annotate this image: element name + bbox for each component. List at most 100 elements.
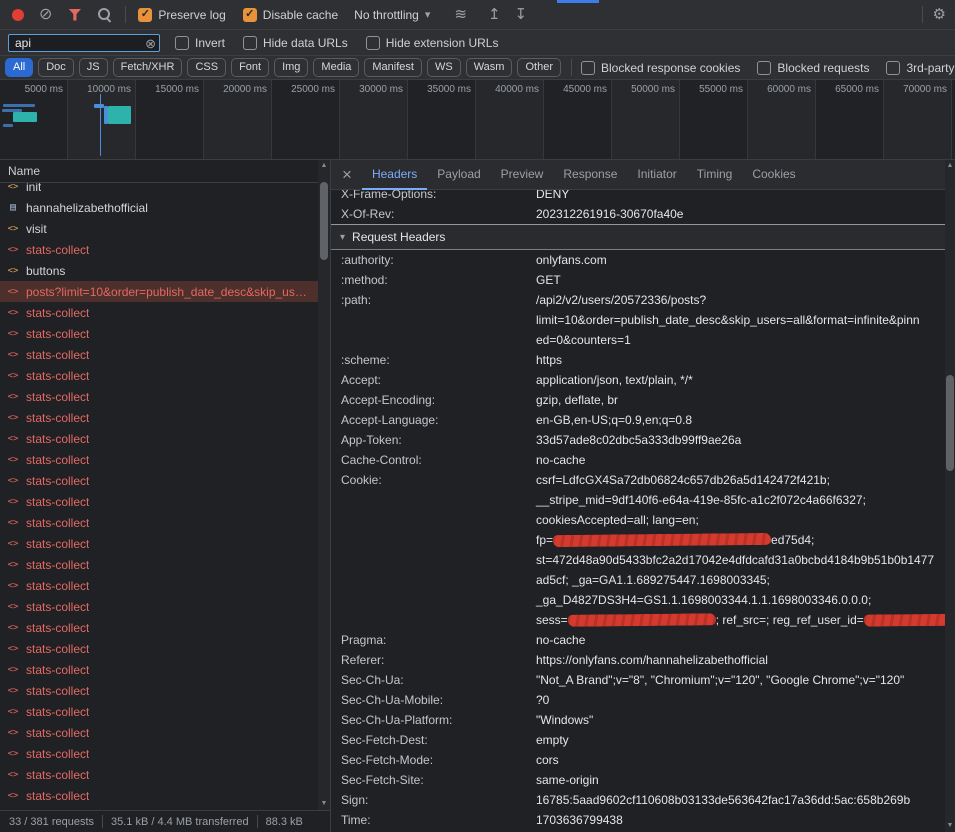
network-conditions-icon[interactable]: ≋ xyxy=(454,7,467,22)
request-row[interactable]: <> stats-collect xyxy=(0,617,318,638)
details-tab[interactable]: Response xyxy=(553,160,627,190)
name-column-header[interactable]: Name xyxy=(0,160,318,183)
header-value-line: /api2/v2/users/20572336/posts? xyxy=(536,290,920,310)
details-tab[interactable]: Cookies xyxy=(742,160,805,190)
record-button[interactable] xyxy=(12,9,24,21)
request-row[interactable]: <> stats-collect xyxy=(0,323,318,344)
request-row[interactable]: ▤ hannahelizabethofficial xyxy=(0,197,318,218)
request-name: stats-collect xyxy=(26,642,89,656)
type-filter-chip[interactable]: Fetch/XHR xyxy=(113,58,183,76)
type-filter-chip[interactable]: Doc xyxy=(38,58,74,76)
redaction-scribble xyxy=(568,613,716,627)
file-type-icon: <> xyxy=(6,224,20,234)
file-type-icon: <> xyxy=(6,266,20,276)
request-row[interactable]: <> stats-collect xyxy=(0,554,318,575)
request-row[interactable]: <> stats-collect xyxy=(0,764,318,785)
details-tab-bar: × Headers Payload Preview Response Initi… xyxy=(331,160,945,190)
scroll-down-arrow[interactable]: ▼ xyxy=(945,820,955,832)
type-filter-chip[interactable]: Other xyxy=(517,58,561,76)
header-value-line: empty xyxy=(536,730,569,750)
request-row[interactable]: <> visit xyxy=(0,218,318,239)
details-tab[interactable]: Headers xyxy=(362,160,427,190)
request-row[interactable]: <> stats-collect xyxy=(0,365,318,386)
request-headers-section-header[interactable]: ▾ Request Headers xyxy=(331,224,945,250)
settings-gear-icon[interactable]: ⚙ xyxy=(933,7,946,22)
request-row[interactable]: <> stats-collect xyxy=(0,701,318,722)
disable-cache-checkbox[interactable]: ✓ Disable cache xyxy=(243,8,338,22)
type-filter-chip[interactable]: Wasm xyxy=(466,58,513,76)
request-name: buttons xyxy=(26,264,65,278)
details-tab[interactable]: Timing xyxy=(687,160,743,190)
request-row[interactable]: <> buttons xyxy=(0,260,318,281)
type-filter-chip[interactable]: Manifest xyxy=(364,58,422,76)
type-filter-chip[interactable]: All xyxy=(5,58,33,76)
request-row[interactable]: <> stats-collect xyxy=(0,428,318,449)
scrollbar-thumb[interactable] xyxy=(320,182,328,260)
request-row[interactable]: <> stats-collect xyxy=(0,680,318,701)
filter-input[interactable] xyxy=(9,36,137,50)
request-row[interactable]: <> stats-collect xyxy=(0,239,318,260)
section-title: Request Headers xyxy=(352,230,445,244)
filter-option-checkbox[interactable]: Blocked requests xyxy=(757,61,869,75)
checkbox-box: ✓ xyxy=(366,36,380,50)
request-row[interactable]: <> init xyxy=(0,183,318,197)
toolbar-divider xyxy=(125,6,126,23)
request-row[interactable]: <> stats-collect xyxy=(0,386,318,407)
filter-option-checkbox[interactable]: Blocked response cookies xyxy=(581,61,740,75)
filter-option-checkbox[interactable]: 3rd-party requests xyxy=(886,61,955,75)
scrollbar-thumb[interactable] xyxy=(946,375,954,471)
request-row[interactable]: <> stats-collect xyxy=(0,533,318,554)
request-row[interactable]: <> stats-collect xyxy=(0,596,318,617)
request-row[interactable]: <> stats-collect xyxy=(0,407,318,428)
request-row[interactable]: <> stats-collect xyxy=(0,575,318,596)
checkbox-label: Disable cache xyxy=(263,8,338,22)
invert-checkbox[interactable]: ✓ Invert xyxy=(175,36,225,50)
type-filter-chip[interactable]: CSS xyxy=(187,58,226,76)
header-row: Sec-Ch-Ua-Platform: "Windows" xyxy=(341,710,945,730)
request-name: stats-collect xyxy=(26,495,89,509)
header-name: Cookie: xyxy=(341,470,536,630)
header-name: :scheme: xyxy=(341,350,536,370)
request-row[interactable]: <> stats-collect xyxy=(0,743,318,764)
scroll-up-arrow[interactable]: ▲ xyxy=(945,160,955,172)
search-icon[interactable] xyxy=(97,7,112,22)
request-row[interactable]: <> stats-collect xyxy=(0,302,318,323)
scroll-up-arrow[interactable]: ▲ xyxy=(318,160,330,172)
header-value-line: en-GB,en-US;q=0.9,en;q=0.8 xyxy=(536,410,692,430)
import-har-icon[interactable]: ↥ xyxy=(488,7,501,22)
request-name: stats-collect xyxy=(26,705,89,719)
request-row[interactable]: <> stats-collect xyxy=(0,512,318,533)
request-row[interactable]: <> posts?limit=10&order=publish_date_des… xyxy=(0,281,318,302)
header-name: X-Of-Rev: xyxy=(341,204,536,224)
request-row[interactable]: <> stats-collect xyxy=(0,785,318,806)
details-tab[interactable]: Payload xyxy=(427,160,490,190)
request-row[interactable]: <> stats-collect xyxy=(0,470,318,491)
export-har-icon[interactable]: ↧ xyxy=(515,7,528,22)
request-row[interactable]: <> stats-collect xyxy=(0,449,318,470)
request-row[interactable]: <> stats-collect xyxy=(0,344,318,365)
clear-filter-icon[interactable]: ⊗ xyxy=(145,36,156,52)
request-row[interactable]: <> stats-collect xyxy=(0,491,318,512)
clear-network-log-button[interactable]: ⊘ xyxy=(39,7,52,23)
waterfall-activity-bar xyxy=(94,104,104,108)
preserve-log-checkbox[interactable]: ✓ Preserve log xyxy=(138,8,225,22)
network-overview-timeline[interactable]: 5000 ms 10000 ms 15000 ms 20000 ms 25000… xyxy=(0,80,955,160)
file-type-icon: <> xyxy=(6,686,20,696)
file-type-icon: <> xyxy=(6,476,20,486)
scroll-down-arrow[interactable]: ▼ xyxy=(318,798,330,810)
details-tab[interactable]: Initiator xyxy=(627,160,686,190)
request-row[interactable]: <> stats-collect xyxy=(0,659,318,680)
type-filter-chip[interactable]: WS xyxy=(427,58,461,76)
type-filter-chip[interactable]: Img xyxy=(274,58,308,76)
hide-data-urls-checkbox[interactable]: ✓ Hide data URLs xyxy=(243,36,348,50)
throttling-dropdown[interactable]: No throttling ▾ xyxy=(354,8,430,22)
hide-extension-urls-checkbox[interactable]: ✓ Hide extension URLs xyxy=(366,36,499,50)
close-details-icon[interactable]: × xyxy=(331,161,362,189)
request-row[interactable]: <> stats-collect xyxy=(0,638,318,659)
type-filter-chip[interactable]: Media xyxy=(313,58,359,76)
filter-funnel-icon[interactable] xyxy=(68,9,81,21)
type-filter-chip[interactable]: JS xyxy=(79,58,108,76)
details-tab[interactable]: Preview xyxy=(491,160,554,190)
type-filter-chip[interactable]: Font xyxy=(231,58,269,76)
request-row[interactable]: <> stats-collect xyxy=(0,722,318,743)
